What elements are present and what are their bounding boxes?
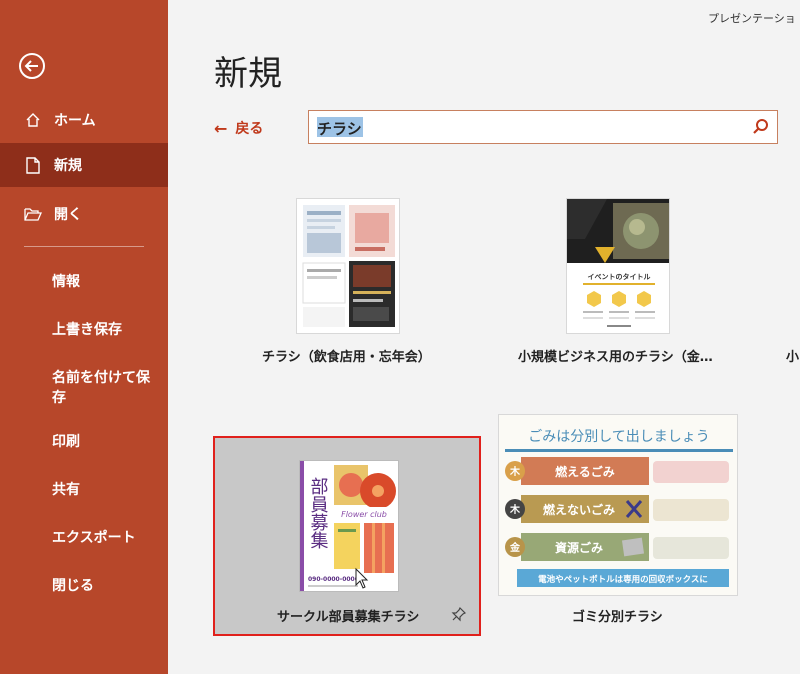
sidebar-item-save[interactable]: 上書き保存 bbox=[52, 320, 156, 340]
arrow-left-icon: ← bbox=[214, 118, 228, 138]
sidebar-item-export[interactable]: エクスポート bbox=[52, 528, 156, 548]
back-arrow-icon[interactable] bbox=[18, 52, 46, 80]
sidebar-item-label: 新規 bbox=[54, 158, 82, 174]
gomi-title-text: ごみは分別して出しましょう bbox=[528, 429, 710, 445]
back-link[interactable]: ← 戻る bbox=[214, 118, 263, 138]
sidebar-divider bbox=[24, 246, 144, 247]
day-text: 金 bbox=[509, 541, 521, 554]
day-text: 木 bbox=[509, 465, 521, 478]
resource-text: 資源ごみ bbox=[555, 540, 603, 555]
sidebar-item-save-as[interactable]: 名前を付けて保存 bbox=[52, 368, 156, 408]
search-input[interactable] bbox=[315, 116, 749, 140]
sidebar-item-print[interactable]: 印刷 bbox=[52, 432, 156, 452]
template-label[interactable]: チラシ（飲食店用・忘年会） bbox=[262, 346, 431, 365]
template-thumbnail-small-business[interactable]: イベントのタイトル bbox=[566, 198, 670, 334]
search-icon[interactable] bbox=[751, 117, 771, 137]
sidebar-item-new[interactable]: 新規 bbox=[0, 143, 168, 187]
sidebar-item-label: ホーム bbox=[54, 113, 96, 129]
sidebar-item-open[interactable]: 開く bbox=[0, 192, 168, 236]
event-title-text: イベントのタイトル bbox=[588, 272, 651, 281]
pin-icon[interactable] bbox=[451, 606, 467, 622]
template-thumbnail-circle-recruit[interactable]: 部員募集 Flower club 090-0000-0000 bbox=[299, 460, 399, 592]
template-thumbnail-restaurant[interactable] bbox=[296, 198, 400, 334]
burnable-text: 燃えるごみ bbox=[555, 464, 615, 479]
search-box[interactable] bbox=[308, 110, 778, 144]
template-label[interactable]: 小規模ビジネス用のチラシ（金… bbox=[518, 346, 713, 365]
window-title: プレゼンテーショ bbox=[708, 12, 796, 25]
template-label[interactable]: サークル部員募集チラシ bbox=[277, 606, 419, 625]
bottle-note-text: 電池やペットボトルは専用の回収ボックスに bbox=[538, 574, 708, 585]
template-label[interactable]: ゴミ分別チラシ bbox=[572, 606, 663, 625]
template-thumbnail-garbage[interactable]: ごみは分別して出しましょう 燃えるごみ 木 燃えないごみ 木 資源ごみ 金 電池… bbox=[498, 414, 738, 596]
sidebar-item-share[interactable]: 共有 bbox=[52, 480, 156, 500]
new-document-icon bbox=[22, 154, 44, 176]
template-label-partial[interactable]: 小 bbox=[786, 346, 799, 365]
sidebar-item-close[interactable]: 閉じる bbox=[52, 576, 156, 596]
sidebar-item-label: 開く bbox=[54, 207, 82, 223]
backstage-sidebar: ホーム 新規 開く 情報 上書き保存 名前を付けて保存 印刷 共有 エクスポート… bbox=[0, 0, 168, 674]
page-title: 新規 bbox=[214, 54, 282, 94]
sidebar-item-home[interactable]: ホーム bbox=[0, 98, 168, 142]
phone-text: 090-0000-0000 bbox=[308, 576, 359, 583]
folder-open-icon bbox=[22, 203, 44, 225]
sidebar-item-info[interactable]: 情報 bbox=[52, 272, 156, 292]
nonburnable-text: 燃えないごみ bbox=[543, 502, 615, 517]
recruit-vertical-text: 部員募集 bbox=[308, 477, 329, 549]
back-link-label: 戻る bbox=[235, 121, 264, 137]
home-icon bbox=[22, 109, 44, 131]
day-text: 木 bbox=[509, 503, 521, 516]
template-card-selected[interactable]: 部員募集 Flower club 090-0000-0000 サークル部員募集チ… bbox=[213, 436, 481, 636]
flower-club-text: Flower club bbox=[341, 510, 387, 519]
